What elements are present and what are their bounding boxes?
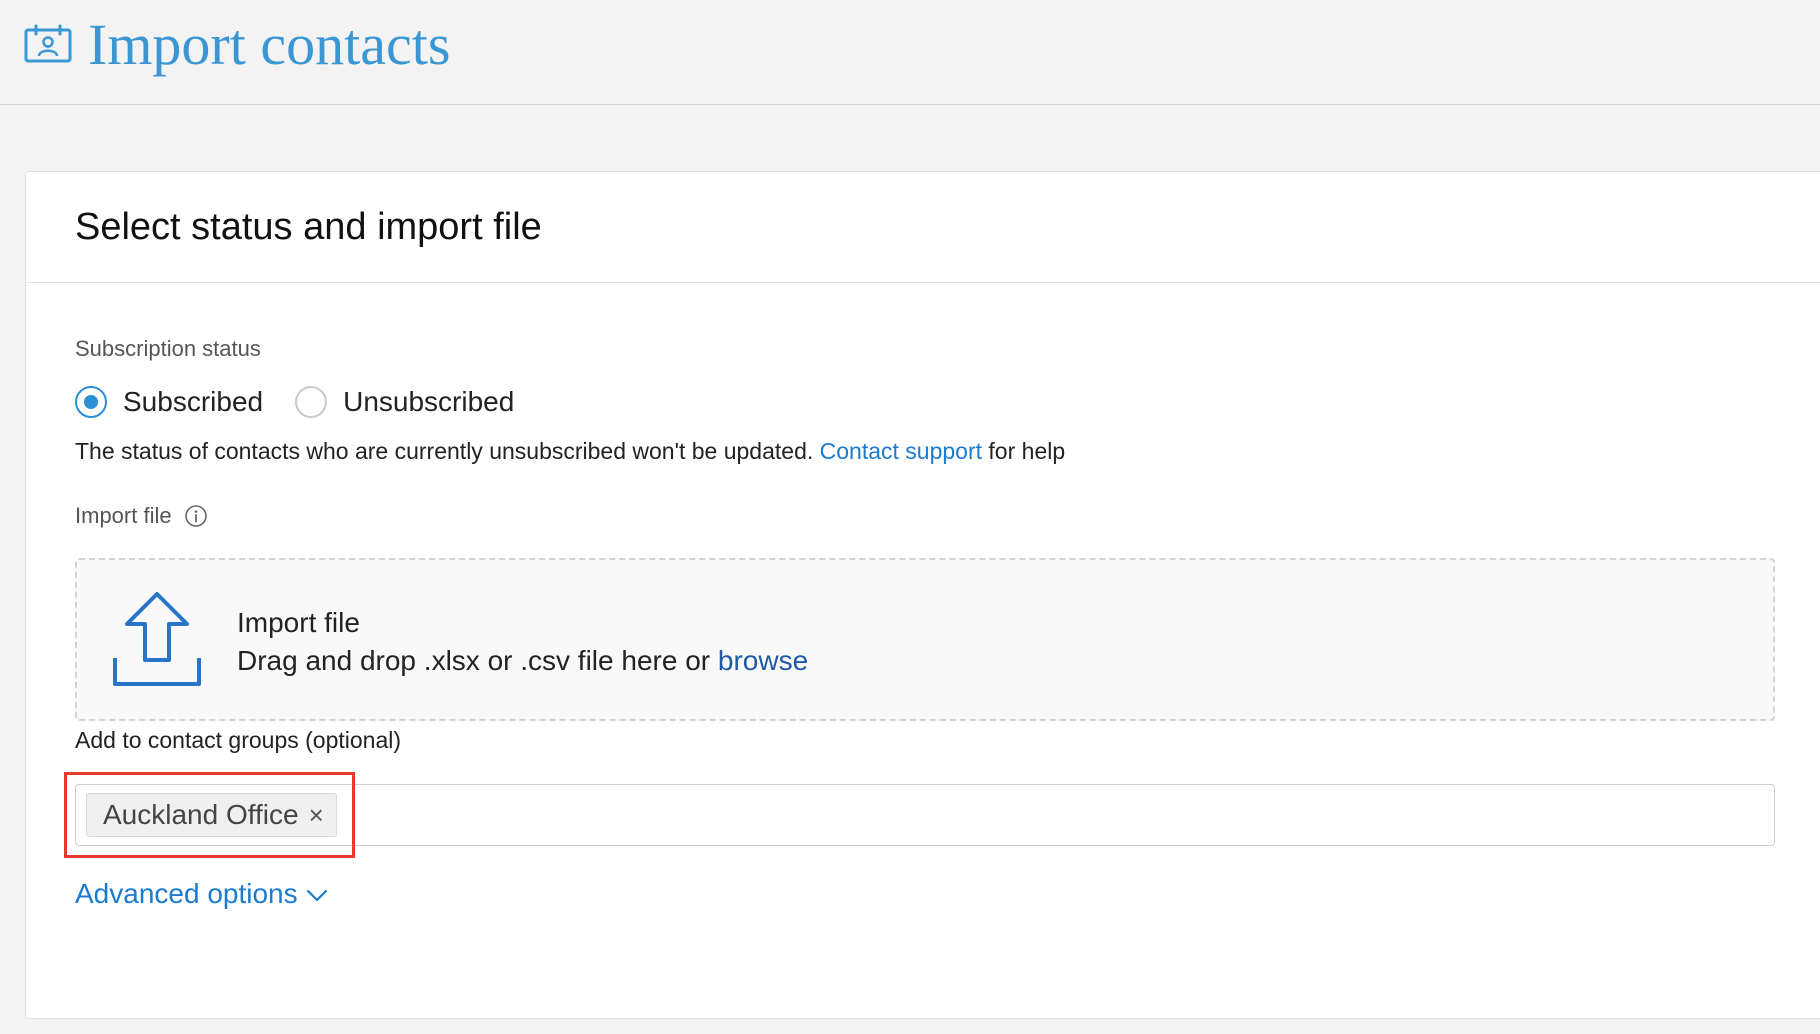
subscription-radio-group: Subscribed Unsubscribed [75, 384, 546, 420]
drop-zone-text: Drag and drop .xlsx or .csv file here or… [237, 643, 808, 679]
drop-zone-title: Import file [237, 607, 360, 638]
page-header: Import contacts [0, 0, 1820, 105]
chevron-down-icon [306, 889, 327, 902]
contact-groups-input[interactable]: Auckland Office × [75, 784, 1775, 846]
import-file-label: Import file [75, 501, 208, 531]
status-note: The status of contacts who are currently… [75, 435, 1065, 467]
advanced-options-toggle[interactable]: Advanced options [75, 876, 328, 912]
status-note-text: The status of contacts who are currently… [75, 438, 814, 464]
contact-support-link[interactable]: Contact support [820, 438, 982, 464]
advanced-options-label: Advanced options [75, 878, 298, 909]
radio-subscribed[interactable]: Subscribed [75, 384, 263, 420]
drop-zone-instructions: Drag and drop .xlsx or .csv file here or [237, 645, 711, 676]
status-note-suffix: for help [988, 438, 1066, 464]
radio-subscribed-circle[interactable] [75, 386, 107, 418]
group-tag: Auckland Office × [86, 793, 337, 837]
radio-unsubscribed-label: Unsubscribed [343, 386, 515, 417]
radio-unsubscribed-circle[interactable] [295, 386, 328, 418]
import-file-label-text: Import file [75, 503, 172, 528]
card-header: Select status and import file [26, 172, 1820, 283]
card-title: Select status and import file [75, 206, 542, 248]
info-icon[interactable] [184, 504, 208, 528]
radio-subscribed-label: Subscribed [123, 386, 264, 417]
page-title: Import contacts [88, 12, 451, 77]
group-tag-label: Auckland Office [103, 799, 299, 830]
upload-arrow-icon [113, 592, 201, 686]
tag-remove-icon[interactable]: × [309, 800, 324, 830]
file-drop-zone[interactable]: Import file Drag and drop .xlsx or .csv … [75, 558, 1775, 721]
radio-unsubscribed[interactable]: Unsubscribed [295, 384, 514, 420]
import-card: Select status and import file Subscripti… [25, 171, 1820, 1019]
contact-card-calendar-icon [24, 24, 72, 63]
contact-groups-label: Add to contact groups (optional) [75, 727, 402, 753]
subscription-status-label: Subscription status [75, 336, 261, 361]
browse-link[interactable]: browse [718, 645, 808, 676]
